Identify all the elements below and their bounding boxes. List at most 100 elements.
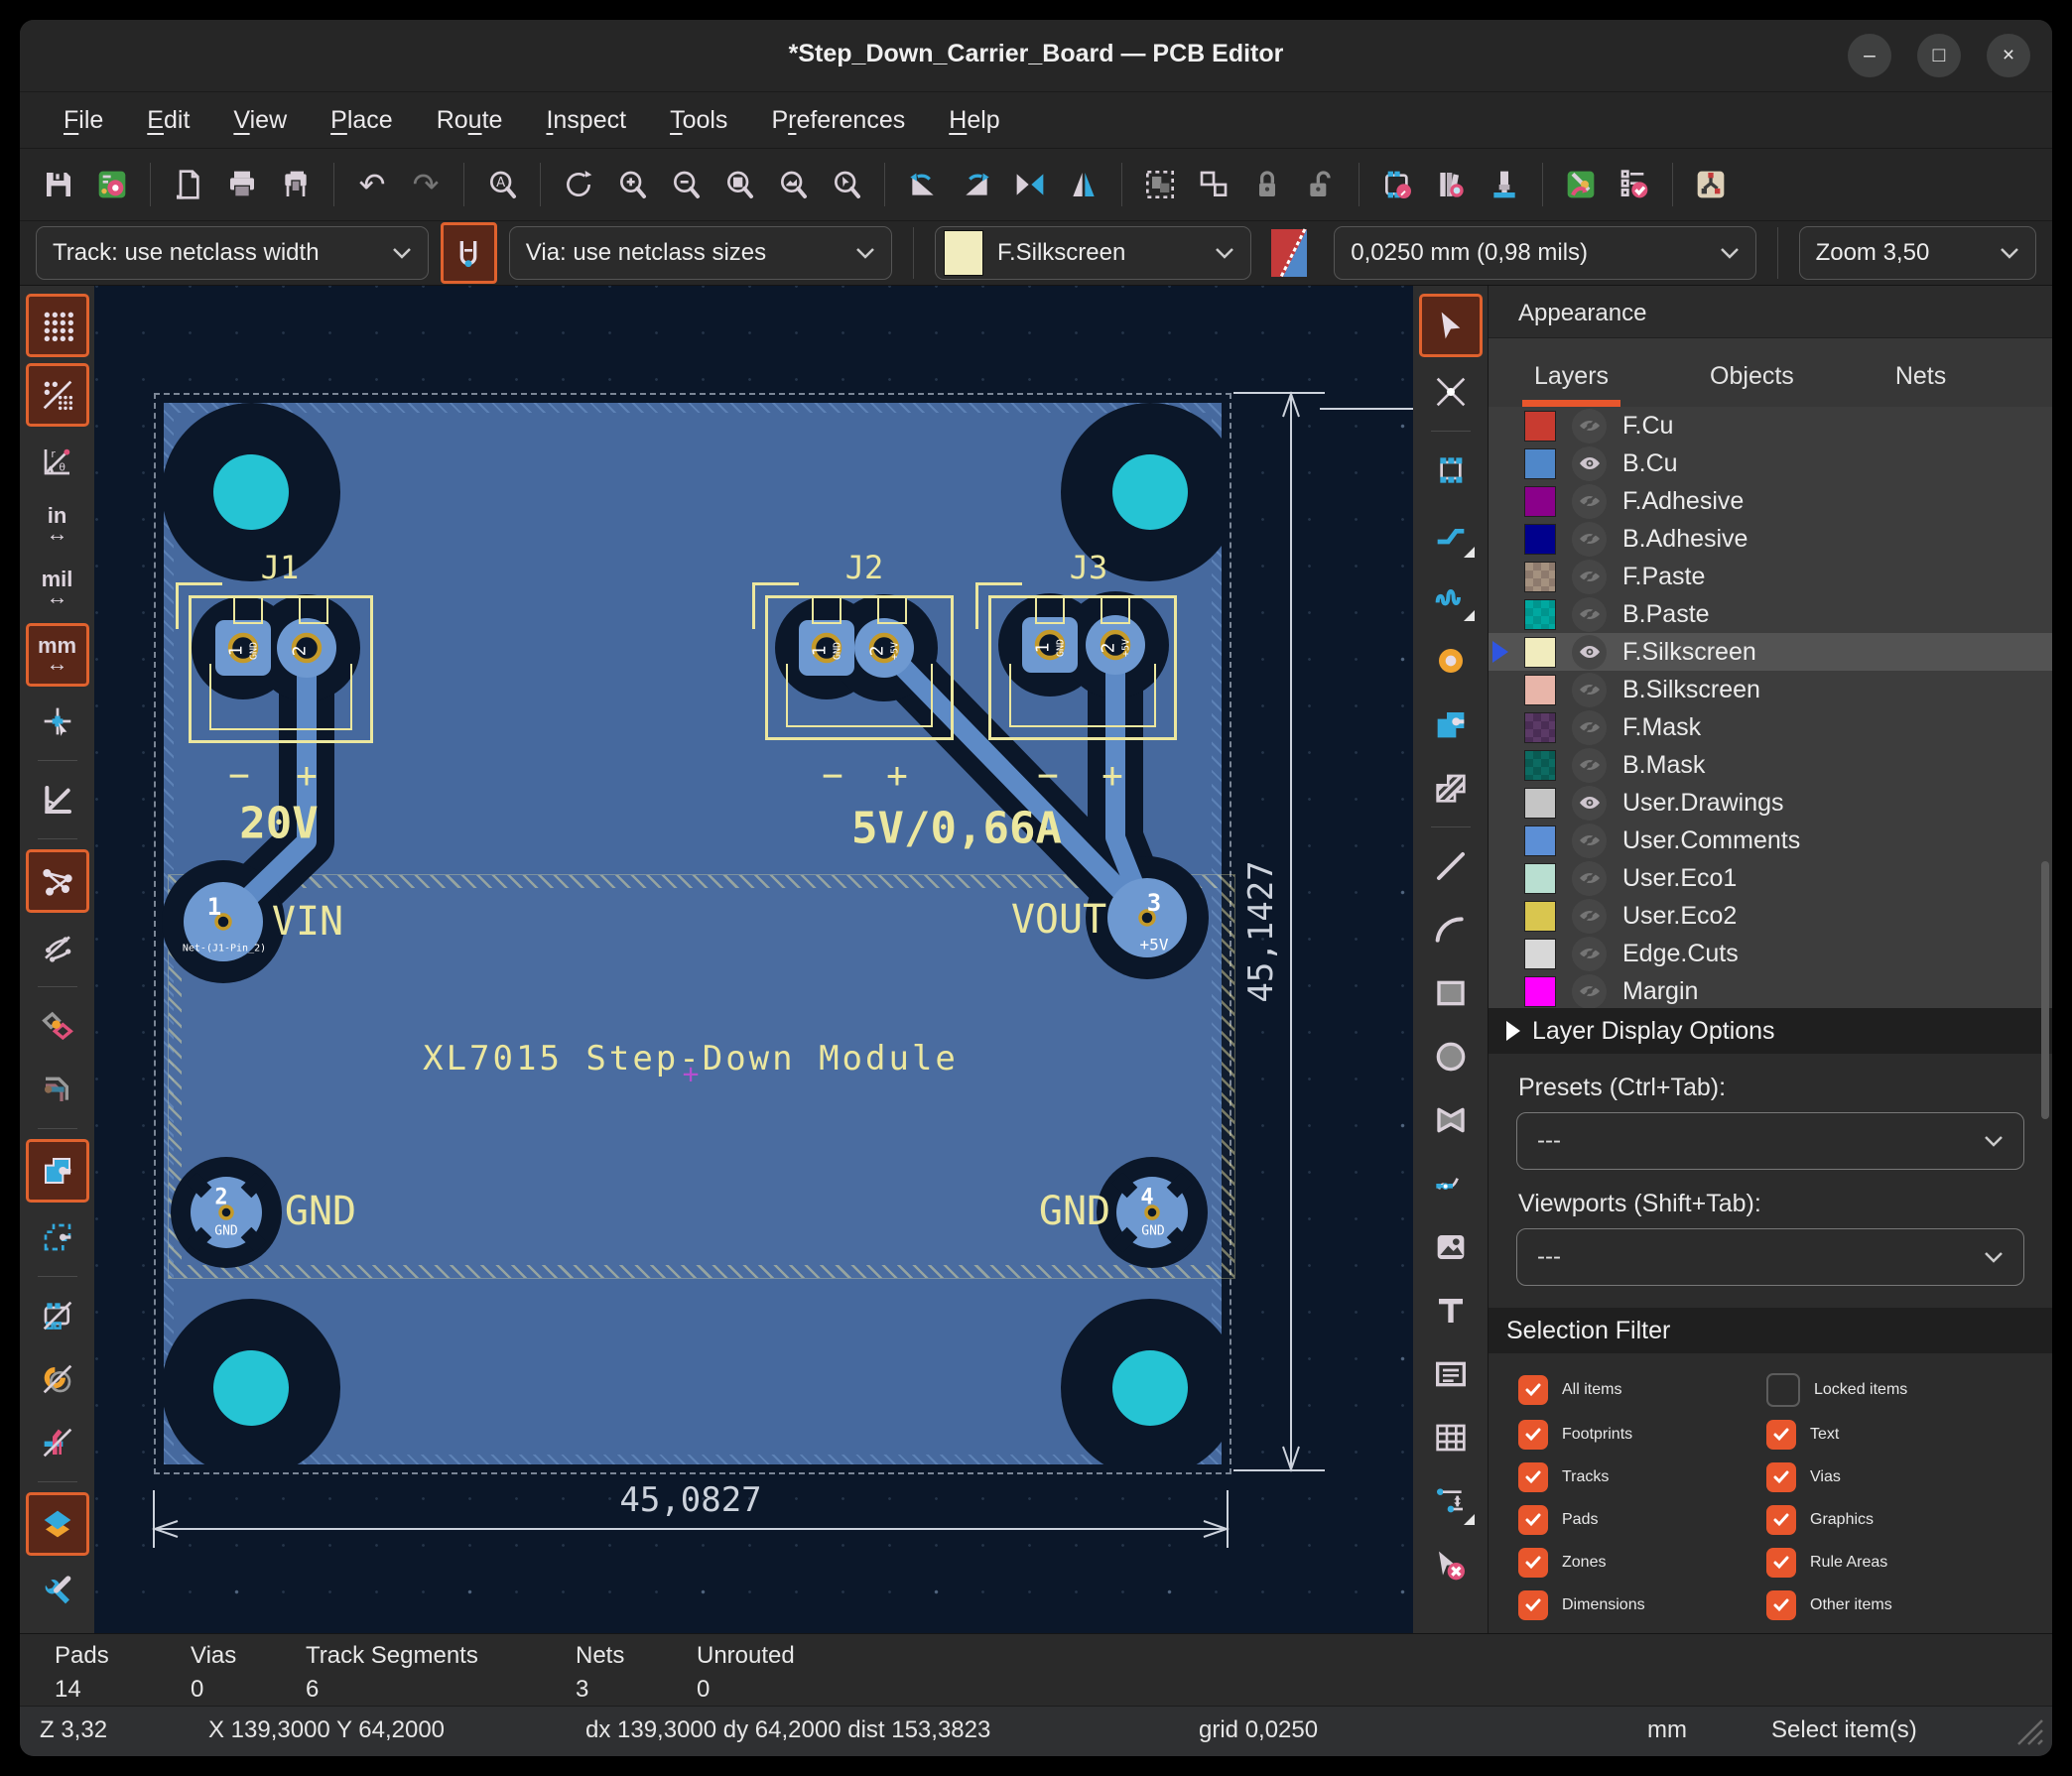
layer-row-margin[interactable]: Margin [1489,972,2052,1008]
eye-hidden-icon[interactable] [1572,748,1607,783]
place-text-button[interactable] [1422,1282,1480,1339]
track-width-select[interactable]: Track: use netclass width [36,226,429,280]
polar-coordinates-button[interactable]: rθ [29,433,86,490]
pcb-canvas[interactable]: J1 J2 J3 − + − + − + 20V 5V/0,66A VIN VO… [94,286,1413,1633]
eye-hidden-icon[interactable] [1572,597,1607,632]
rotate-ccw-button[interactable] [898,158,948,211]
layer-row-b-mask[interactable]: B.Mask [1489,746,2052,784]
draw-rectangle-button[interactable] [1422,964,1480,1022]
zoom-select[interactable]: Zoom 3,50 [1799,226,2036,280]
dimension-button[interactable] [1422,1472,1480,1530]
layer-color-swatch[interactable] [1524,901,1556,932]
eye-hidden-icon[interactable] [1572,937,1607,971]
place-footprint-button[interactable] [1422,442,1480,499]
auto-track-width-toggle[interactable] [441,222,497,284]
eye-hidden-icon[interactable] [1572,899,1607,934]
eye-hidden-icon[interactable] [1572,560,1607,594]
pin-label-gnd-right[interactable]: GND [1039,1189,1110,1234]
voltage-label-5v[interactable]: 5V/0,66A [851,804,1062,854]
layer-row-f-silkscreen[interactable]: F.Silkscreen [1489,633,2052,671]
layer-color-swatch[interactable] [1524,637,1556,668]
footprint-j2[interactable] [765,595,954,740]
close-button[interactable]: × [1987,34,2030,77]
delete-tool-button[interactable] [1422,1536,1480,1593]
save-button[interactable] [34,158,83,211]
units-mm-button[interactable]: mm↔ [26,623,89,687]
menu-preferences[interactable]: Preferences [771,106,905,135]
grid-select[interactable]: 0,0250 mm (0,98 mils) [1334,226,1755,280]
draw-zone-button[interactable] [1422,696,1480,753]
via-size-select[interactable]: Via: use netclass sizes [509,226,892,280]
menu-view[interactable]: View [233,106,287,135]
presets-select[interactable]: --- [1516,1112,2024,1170]
draw-polygon-button[interactable] [1422,1091,1480,1149]
draw-arc-button[interactable] [1422,901,1480,958]
filter-checkbox-dimensions[interactable] [1518,1590,1548,1620]
grid-overrides-button[interactable] [26,363,89,427]
design-rules-check-button[interactable] [1610,158,1659,211]
maximize-button[interactable]: □ [1917,34,1961,77]
layer-row-f-cu[interactable]: F.Cu [1489,407,2052,444]
voltage-label-20v[interactable]: 20V [239,799,318,849]
ref-designator-j2[interactable]: J2 [845,549,884,586]
filter-checkbox-all-items[interactable] [1518,1375,1548,1405]
eye-hidden-icon[interactable] [1572,522,1607,557]
pin-label-vout[interactable]: VOUT [1011,897,1106,943]
layer-row-user-drawings[interactable]: User.Drawings [1489,784,2052,822]
flip-horizontal-button[interactable] [1005,158,1055,211]
route-tracks-button[interactable] [1422,505,1480,563]
filter-checkbox-text[interactable] [1766,1420,1796,1450]
track-net-names-button[interactable] [29,1061,86,1118]
highlight-net-button[interactable] [1422,363,1480,421]
units-inches-button[interactable]: in↔ [29,496,86,554]
zone-outline-display-button[interactable] [29,1208,86,1266]
filter-checkbox-other-items[interactable] [1766,1590,1796,1620]
layer-color-swatch[interactable] [1524,750,1556,781]
draw-bezier-button[interactable] [1422,1155,1480,1212]
filter-checkbox-tracks[interactable] [1518,1462,1548,1492]
unlock-button[interactable] [1296,158,1346,211]
menu-help[interactable]: Help [949,106,999,135]
eye-hidden-icon[interactable] [1572,409,1607,444]
minimize-button[interactable]: – [1848,34,1891,77]
eye-hidden-icon[interactable] [1572,484,1607,519]
layer-row-user-comments[interactable]: User.Comments [1489,822,2052,859]
layer-color-swatch[interactable] [1524,976,1556,1007]
select-tool-button[interactable] [1419,294,1483,357]
angle-mode-button[interactable] [29,771,86,828]
tab-objects[interactable]: Objects [1704,352,1800,407]
filter-checkbox-locked-items[interactable] [1766,1373,1800,1407]
footprint-j1[interactable] [189,595,373,743]
zoom-selection-button[interactable] [822,158,871,211]
rule-area-button[interactable] [1422,759,1480,817]
footprint-j3[interactable] [988,595,1177,740]
layer-color-swatch[interactable] [1524,486,1556,517]
viewports-select[interactable]: --- [1516,1228,2024,1286]
draw-circle-button[interactable] [1422,1028,1480,1085]
pad-outline-mode-button[interactable] [29,1350,86,1408]
layer-color-swatch[interactable] [1524,788,1556,819]
eye-visible-icon[interactable] [1572,635,1607,670]
eye-hidden-icon[interactable] [1572,974,1607,1009]
layer-row-f-adhesive[interactable]: F.Adhesive [1489,482,2052,520]
net-color-mode-button[interactable] [29,997,86,1055]
layer-row-user-eco2[interactable]: User.Eco2 [1489,897,2052,935]
layer-row-b-silkscreen[interactable]: B.Silkscreen [1489,671,2052,708]
ref-designator-j3[interactable]: J3 [1070,549,1108,586]
filter-checkbox-pads[interactable] [1518,1505,1548,1535]
menu-place[interactable]: Place [330,106,393,135]
eye-hidden-icon[interactable] [1572,824,1607,858]
layer-pairs-icon[interactable] [1263,225,1314,281]
update-pcb-from-schematic-button[interactable] [1556,158,1606,211]
ratsnest-visibility-button[interactable] [26,849,89,913]
layer-color-swatch[interactable] [1524,825,1556,856]
dimension-vertical-label[interactable]: 45,1427 [1241,860,1281,1002]
footprint-editor-button[interactable] [1372,158,1422,211]
zoom-in-button[interactable] [607,158,657,211]
layer-color-swatch[interactable] [1524,411,1556,442]
layer-row-b-cu[interactable]: B.Cu [1489,444,2052,482]
pin-label-gnd-left[interactable]: GND [285,1189,356,1234]
curved-ratsnest-button[interactable] [29,919,86,976]
group-button[interactable] [1135,158,1185,211]
zoom-fit-button[interactable] [714,158,764,211]
